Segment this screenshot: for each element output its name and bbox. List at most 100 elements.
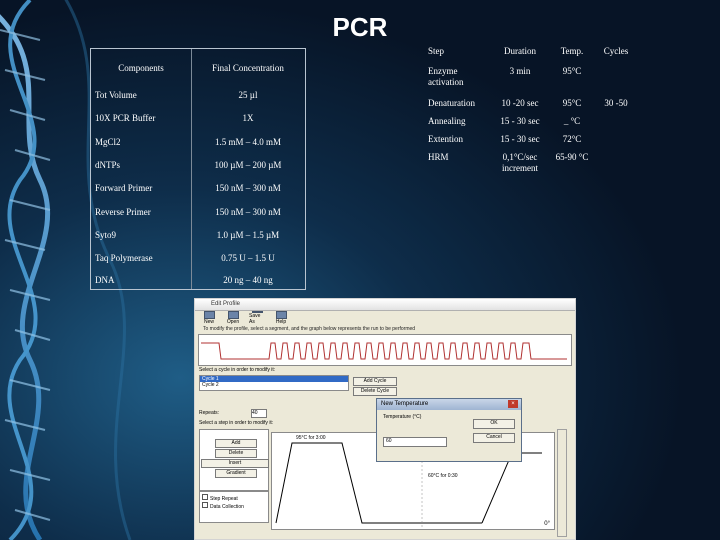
table-row: dNTPs 100 µM – 200 µM <box>91 158 305 172</box>
step-duration: 10 -20 sec <box>501 98 539 108</box>
open-icon <box>227 311 239 319</box>
step-name: HRM <box>428 152 449 162</box>
help-icon <box>275 311 287 319</box>
pcr-steps-table: Step Duration Temp. Cycles Enzyme activa… <box>420 44 640 184</box>
new-icon <box>203 311 215 319</box>
table-row: DNA 20 ng – 40 ng <box>91 273 305 287</box>
components-header-row: Components Final Concentration <box>91 61 305 75</box>
component-name: Tot Volume <box>95 90 137 100</box>
delete-cycle-button[interactable]: Delete Cycle <box>353 387 397 396</box>
table-row: MgCl2 1.5 mM – 4.0 mM <box>91 135 305 149</box>
table-row: Tot Volume 25 µl <box>91 88 305 102</box>
table-row: 10X PCR Buffer 1X <box>91 111 305 125</box>
gradient-button[interactable]: Gradient <box>215 469 257 478</box>
step-duration: 15 - 30 sec <box>500 116 540 126</box>
vertical-scrollbar[interactable] <box>557 429 567 537</box>
step-name: Enzyme activation <box>428 66 464 87</box>
toolbar: New Open Save As Help <box>201 311 289 325</box>
step-name: Extention <box>428 134 463 144</box>
table-row: Enzyme activation 3 min 95°C <box>420 66 640 88</box>
header-final-concentration: Final Concentration <box>212 63 284 73</box>
window-title-bar: Edit Profile <box>195 299 575 311</box>
page-title: PCR <box>332 12 388 42</box>
temperature-field[interactable]: 60 <box>383 437 447 447</box>
delete-step-button[interactable]: Delete <box>215 449 257 458</box>
add-step-button[interactable]: Add <box>215 439 257 448</box>
repeats-field[interactable]: 40 <box>251 409 267 418</box>
save-as-label: Save As <box>249 313 261 325</box>
graph-right-label: 60°C for 0:30 <box>428 473 458 479</box>
component-concentration: 1X <box>242 113 254 123</box>
options-panel: Step Repeat Data Collection <box>199 491 269 523</box>
component-name: MgCl2 <box>95 137 121 147</box>
option-data-collection[interactable]: Data Collection <box>200 502 268 510</box>
component-concentration: 20 ng – 40 ng <box>223 275 273 285</box>
graph-corner-label: 0° <box>544 521 550 527</box>
save-as-button[interactable]: Save As <box>249 311 265 325</box>
option-step-repeat[interactable]: Step Repeat <box>200 494 268 502</box>
components-table: Components Final Concentration Tot Volum… <box>90 48 306 290</box>
component-name: dNTPs <box>95 160 121 170</box>
insert-step-button[interactable]: Insert <box>201 459 269 468</box>
table-row: HRM 0,1°C/sec increment 65-90 °C <box>420 152 640 174</box>
dialog-field-label: Temperature (°C) <box>383 414 422 420</box>
add-cycle-button[interactable]: Add Cycle <box>353 377 397 386</box>
table-row: Denaturation 10 -20 sec 95°C 30 -50 <box>420 98 640 109</box>
cancel-button[interactable]: Cancel <box>473 433 515 443</box>
component-name: 10X PCR Buffer <box>95 113 156 123</box>
component-concentration: 25 µl <box>238 90 258 100</box>
step-name: Annealing <box>428 116 466 126</box>
step-temp: _ °C <box>563 116 581 126</box>
step-duration: 3 min <box>509 66 531 76</box>
step-temp: 65-90 °C <box>555 152 589 162</box>
step-name: Denaturation <box>428 98 475 108</box>
header-cycles: Cycles <box>603 46 629 56</box>
new-temperature-dialog: New Temperature × Temperature (°C) 60 OK… <box>376 398 522 462</box>
component-concentration: 0.75 U – 1.5 U <box>221 253 275 263</box>
step-duration: 15 - 30 sec <box>500 134 540 144</box>
step-duration: 0,1°C/sec increment <box>502 152 538 173</box>
ok-button[interactable]: OK <box>473 419 515 429</box>
table-row: Forward Primer 150 nM – 300 nM <box>91 181 305 195</box>
component-concentration: 100 µM – 200 µM <box>214 160 282 170</box>
component-concentration: 1.5 mM – 4.0 mM <box>214 137 281 147</box>
window-title: Edit Profile <box>211 301 241 307</box>
header-temp: Temp. <box>560 46 584 56</box>
component-name: Syto9 <box>95 230 117 240</box>
graph-temp-label: 95°C for 3:00 <box>296 435 326 441</box>
component-concentration: 150 nM – 300 nM <box>215 207 281 217</box>
step-select-label: Select a step in order to modify it: <box>199 420 274 426</box>
table-row: Extention 15 - 30 sec 72°C <box>420 134 640 145</box>
dialog-title: New Temperature <box>381 401 429 407</box>
component-concentration: 150 nM – 300 nM <box>215 183 281 193</box>
dialog-title-bar: New Temperature × <box>377 399 521 410</box>
table-row: Syto9 1.0 µM – 1.5 µM <box>91 228 305 242</box>
repeats-label: Repeats: <box>199 410 220 416</box>
help-button[interactable]: Help <box>273 311 289 325</box>
component-name: Taq Polymerase <box>95 253 153 263</box>
new-button[interactable]: New <box>201 311 217 325</box>
table-row: Reverse Primer 150 nM – 300 nM <box>91 205 305 219</box>
cycle-select-label: Select a cycle in order to modify it: <box>199 367 276 373</box>
step-temp: 72°C <box>562 134 582 144</box>
cycle-list[interactable]: Cycle 1 Cycle 2 <box>199 375 349 391</box>
component-name: Reverse Primer <box>95 207 151 217</box>
component-name: Forward Primer <box>95 183 153 193</box>
open-button[interactable]: Open <box>225 311 241 325</box>
list-item[interactable]: Cycle 2 <box>200 382 348 388</box>
header-step: Step <box>428 46 445 56</box>
open-label: Open <box>226 319 240 325</box>
header-components: Components <box>118 63 164 73</box>
new-label: New <box>203 319 214 325</box>
component-name: DNA <box>95 275 115 285</box>
step-temp: 95°C <box>562 66 582 76</box>
table-row: Taq Polymerase 0.75 U – 1.5 U <box>91 251 305 265</box>
cycle-profile-strip[interactable] <box>198 334 572 366</box>
step-cycles: 30 -50 <box>604 98 628 108</box>
close-icon[interactable]: × <box>508 400 518 408</box>
option-label: Data Collection <box>210 504 244 510</box>
steps-header-row: Step Duration Temp. Cycles <box>420 46 640 57</box>
profile-waveform <box>201 342 567 360</box>
step-temp: 95°C <box>562 98 582 108</box>
header-duration: Duration <box>504 46 536 56</box>
